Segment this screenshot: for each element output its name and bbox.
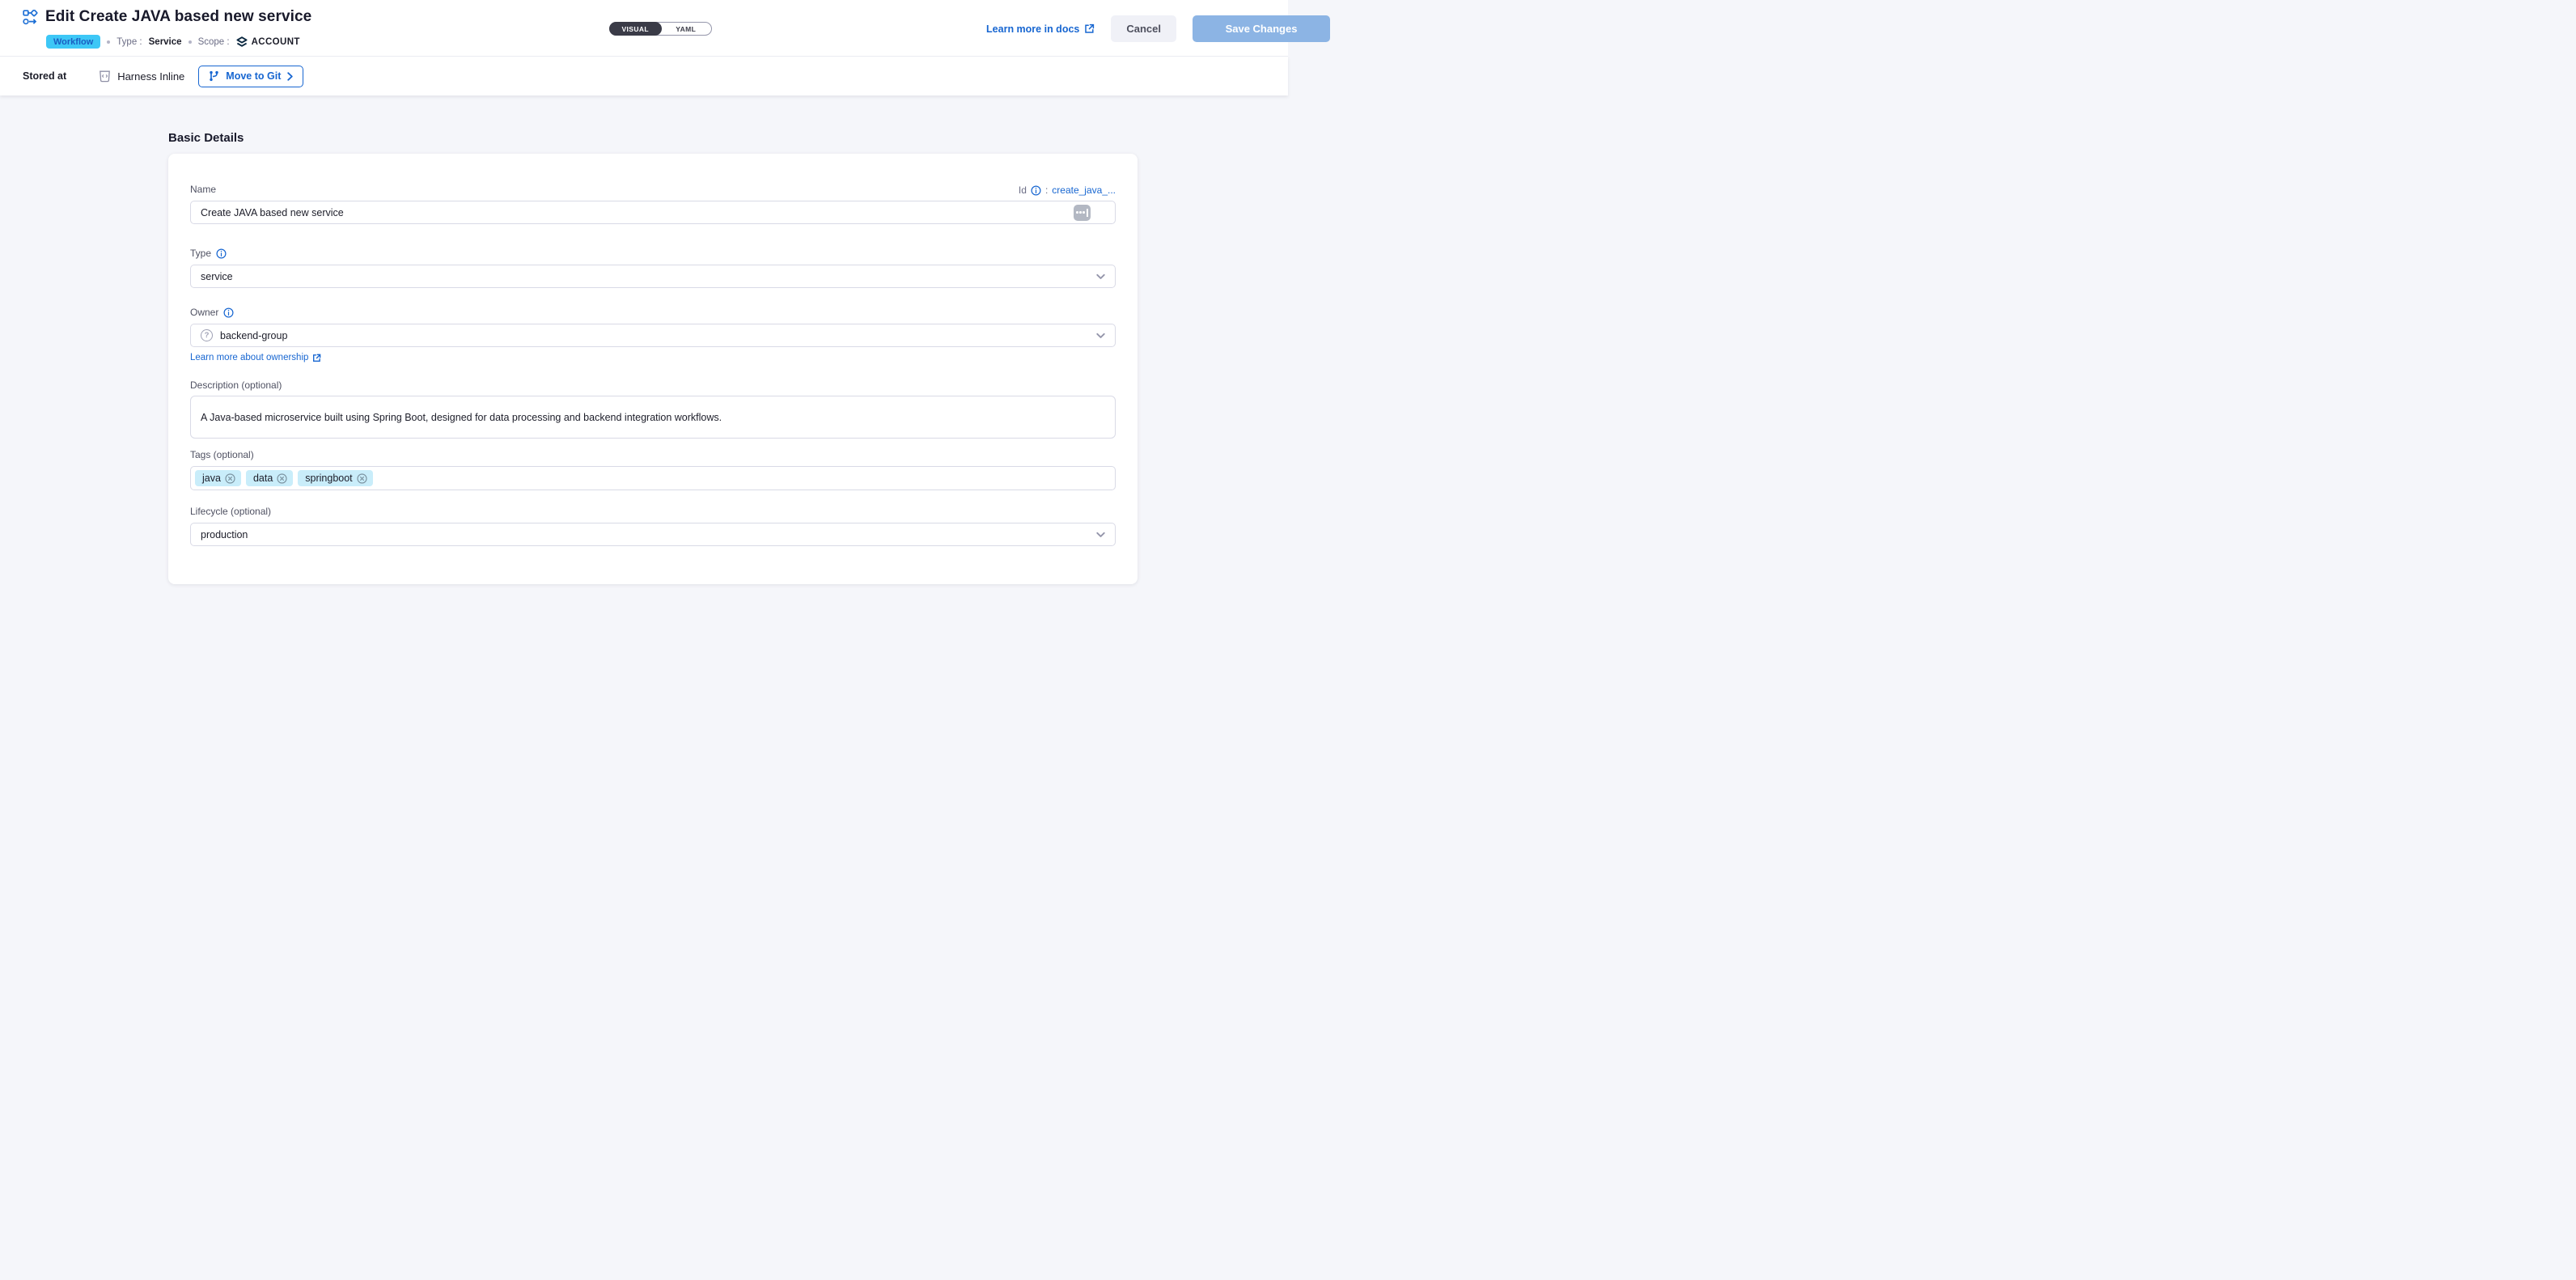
cancel-button[interactable]: Cancel (1111, 15, 1176, 42)
info-icon[interactable] (223, 307, 234, 318)
layers-icon (236, 36, 248, 48)
id-separator: : (1045, 184, 1048, 196)
tab-yaml[interactable]: YAML (660, 22, 713, 36)
tag-chip-label: springboot (305, 473, 352, 484)
name-input-value: Create JAVA based new service (201, 207, 344, 218)
save-changes-button[interactable]: Save Changes (1193, 15, 1330, 42)
id-value[interactable]: create_java_... (1052, 184, 1116, 196)
workflow-edit-page: Edit Create JAVA based new service Workf… (0, 0, 1288, 640)
type-value: Service (149, 37, 182, 47)
dot-separator (189, 40, 192, 44)
stored-at-label: Stored at (23, 70, 66, 82)
name-input[interactable]: Create JAVA based new service (190, 201, 1116, 224)
page-header: Edit Create JAVA based new service Workf… (0, 0, 1288, 57)
id-label: Id (1019, 184, 1027, 196)
scope-value: ACCOUNT (252, 37, 300, 47)
tab-visual[interactable]: VISUAL (609, 22, 662, 36)
description-label: Description (optional) (190, 379, 1116, 392)
type-select[interactable]: service (190, 265, 1116, 288)
visual-yaml-toggle: VISUAL YAML (609, 22, 712, 36)
storage-provider-label: Harness Inline (117, 70, 184, 83)
page-title: Edit Create JAVA based new service (45, 8, 311, 26)
owner-select[interactable]: ? backend-group (190, 324, 1116, 347)
tag-chip-label: java (202, 473, 221, 484)
lifecycle-select[interactable]: production (190, 523, 1116, 546)
tag-chip-label: data (253, 473, 273, 484)
external-link-icon (312, 354, 321, 362)
lifecycle-select-value: production (201, 529, 248, 540)
question-icon: ? (201, 329, 213, 341)
workflow-badge: Workflow (46, 35, 100, 49)
chevron-down-icon (1096, 532, 1105, 537)
scope-label: Scope : (198, 37, 230, 47)
section-title: Basic Details (168, 131, 244, 145)
content-area: Basic Details Name Id : create_java_... (0, 95, 1288, 640)
type-select-value: service (201, 271, 233, 282)
storage-bar: Stored at Harness Inline Move to Git (0, 57, 1288, 95)
external-link-icon (1084, 23, 1095, 34)
ownership-link[interactable]: Learn more about ownership (190, 353, 321, 362)
remove-tag-icon[interactable] (277, 473, 287, 484)
type-label: Type : (117, 37, 142, 47)
info-icon[interactable] (216, 248, 227, 259)
learn-more-docs-label: Learn more in docs (986, 23, 1079, 35)
description-value: A Java-based microservice built using Sp… (201, 412, 722, 423)
remove-tag-icon[interactable] (357, 473, 367, 484)
tag-chip: java (195, 470, 241, 486)
description-textarea[interactable]: A Java-based microservice built using Sp… (190, 396, 1116, 439)
learn-more-docs-link[interactable]: Learn more in docs (986, 23, 1095, 35)
tag-chip: data (246, 470, 293, 486)
lifecycle-label: Lifecycle (optional) (190, 505, 1116, 518)
chevron-down-icon (1096, 273, 1105, 279)
move-to-git-button[interactable]: Move to Git (198, 66, 303, 87)
tag-chip: springboot (298, 470, 372, 486)
type-field-label: Type (190, 248, 211, 259)
git-branch-icon (209, 70, 219, 82)
chevron-down-icon (1096, 333, 1105, 338)
remove-tag-icon[interactable] (225, 473, 235, 484)
info-icon[interactable] (1031, 185, 1041, 196)
workflow-icon (23, 10, 38, 25)
basic-details-card: Name Id : create_java_... Create JAVA (168, 154, 1138, 584)
owner-select-value: backend-group (220, 330, 287, 341)
owner-field-label: Owner (190, 307, 218, 318)
chevron-right-icon (287, 72, 293, 81)
tags-input[interactable]: java data springboot (190, 466, 1116, 490)
tags-label: Tags (optional) (190, 448, 1116, 461)
edit-id-icon[interactable] (1074, 205, 1091, 221)
ownership-link-label: Learn more about ownership (190, 353, 308, 362)
move-to-git-label: Move to Git (226, 70, 281, 82)
dot-separator (107, 40, 110, 44)
inline-storage-icon (99, 70, 111, 83)
name-label: Name (190, 183, 216, 196)
